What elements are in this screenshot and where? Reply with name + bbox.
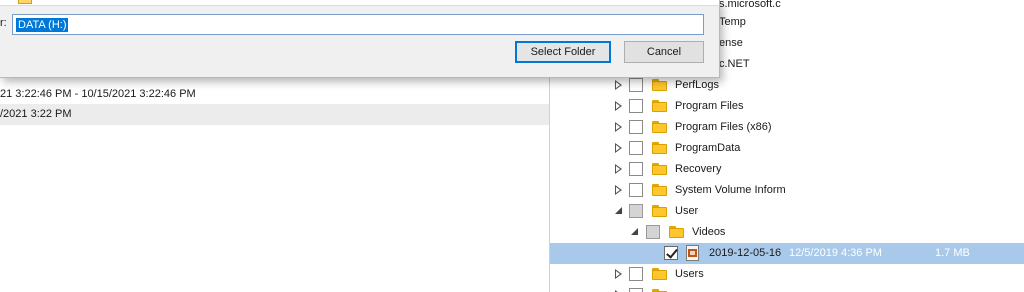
folder-icon: [669, 226, 684, 238]
folder-icon: [652, 121, 667, 133]
tree-item-label: System Volume Inform: [675, 184, 786, 196]
list-row-text: 21 3:22:46 PM - 10/15/2021 3:22:46 PM: [0, 88, 196, 100]
tree-item-label: PerfLogs: [675, 79, 720, 91]
cancel-button[interactable]: Cancel: [624, 41, 704, 63]
folder-icon: [652, 100, 667, 112]
list-row[interactable]: 21 3:22:46 PM - 10/15/2021 3:22:46 PM: [0, 84, 549, 105]
folder-icon: [652, 205, 667, 217]
checkbox[interactable]: [629, 183, 643, 197]
folder-icon: [18, 0, 32, 4]
expand-arrow-icon[interactable]: [614, 143, 624, 153]
tree-item-label: ProgramData: [675, 142, 741, 154]
tree-item-label: Users: [675, 268, 704, 280]
expand-arrow-icon[interactable]: [614, 185, 624, 195]
checkbox[interactable]: [629, 99, 643, 113]
select-folder-button[interactable]: Select Folder: [515, 41, 611, 63]
folder-icon: [652, 268, 667, 280]
dialog-list-strip: [0, 0, 719, 6]
expand-arrow-icon[interactable]: [614, 122, 624, 132]
tree-item-program-files-x86[interactable]: Program Files (x86): [550, 117, 1024, 138]
list-row-text: /2021 3:22 PM: [0, 108, 72, 120]
tree-item-users[interactable]: Users: [550, 264, 1024, 285]
tree-item-user[interactable]: User: [550, 201, 1024, 222]
tree-item-label: c.NET: [719, 58, 750, 70]
tree-item-programdata[interactable]: ProgramData: [550, 138, 1024, 159]
folder-icon: [652, 184, 667, 196]
tree-item-videos[interactable]: Videos: [550, 222, 1024, 243]
tree-item-program-files[interactable]: Program Files: [550, 96, 1024, 117]
tree-item-label: Program Files: [675, 100, 744, 112]
tree-item-label: ense: [719, 37, 743, 49]
select-folder-dialog: r: DATA (H:) Select Folder Cancel: [0, 0, 720, 78]
tree-item-file-2019-12-05-16[interactable]: 2019-12-05-16 12/5/2019 4:36 PM 1.7 MB: [550, 243, 1024, 264]
checkbox-partial[interactable]: [646, 225, 660, 239]
expand-arrow-icon[interactable]: [614, 269, 624, 279]
checkbox[interactable]: [629, 141, 643, 155]
file-size: 1.7 MB: [935, 247, 970, 259]
checkbox[interactable]: [629, 162, 643, 176]
checkbox[interactable]: [629, 120, 643, 134]
file-date: 12/5/2019 4:36 PM: [789, 247, 882, 259]
folder-icon: [652, 79, 667, 91]
collapse-arrow-icon[interactable]: [630, 227, 640, 237]
checkbox[interactable]: [629, 267, 643, 281]
checkbox-checked[interactable]: [664, 246, 678, 260]
tree-row[interactable]: [550, 285, 1024, 292]
tree-item-recovery[interactable]: Recovery: [550, 159, 1024, 180]
expand-arrow-icon[interactable]: [614, 164, 624, 174]
folder-field-label: r:: [0, 17, 7, 29]
list-row[interactable]: /2021 3:22 PM: [0, 104, 549, 125]
collapse-arrow-icon[interactable]: [614, 206, 624, 216]
tree-item-label: Program Files (x86): [675, 121, 772, 133]
tree-item-label: Videos: [692, 226, 726, 238]
tree-item-label: Temp: [719, 16, 746, 28]
video-file-icon: [686, 245, 699, 261]
tree-item-perflogs[interactable]: PerfLogs: [550, 75, 1024, 96]
expand-arrow-icon[interactable]: [614, 101, 624, 111]
checkbox-partial[interactable]: [629, 204, 643, 218]
folder-input[interactable]: DATA (H:): [12, 14, 704, 35]
checkbox[interactable]: [629, 288, 643, 292]
folder-input-value: DATA (H:): [16, 18, 69, 32]
tree-item-label: 2019-12-05-16: [709, 247, 782, 259]
tree-item-label: User: [675, 205, 699, 217]
tree-item-label: Recovery: [675, 163, 722, 175]
checkbox[interactable]: [629, 78, 643, 92]
tree-item-system-volume-information[interactable]: System Volume Inform: [550, 180, 1024, 201]
folder-icon: [652, 163, 667, 175]
folder-icon: [652, 142, 667, 154]
expand-arrow-icon[interactable]: [614, 80, 624, 90]
